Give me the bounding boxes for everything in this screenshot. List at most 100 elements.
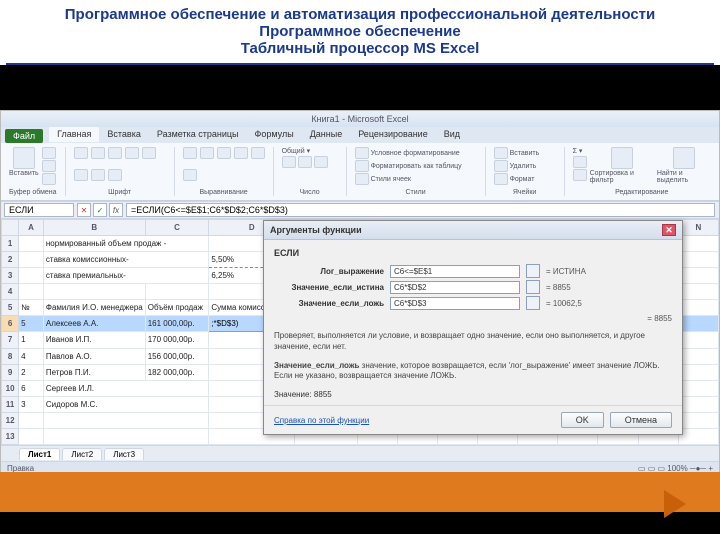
file-tab[interactable]: Файл: [5, 129, 43, 143]
cell-N10[interactable]: [678, 380, 718, 396]
dialog-title-bar[interactable]: Аргументы функции ✕: [264, 221, 682, 240]
cell-N7[interactable]: [678, 332, 718, 348]
autosum-button[interactable]: Σ ▾: [573, 147, 587, 155]
col-header-C[interactable]: C: [145, 220, 209, 236]
format-cells-button[interactable]: Формат: [494, 173, 535, 185]
cell-C8[interactable]: 156 000,00р.: [145, 348, 209, 364]
cell-B5[interactable]: Фамилия И.О. менеджера: [43, 300, 145, 316]
cell-N4[interactable]: [678, 284, 718, 300]
cell-A13[interactable]: [19, 428, 44, 444]
row-header-12[interactable]: 12: [2, 412, 19, 428]
ok-button[interactable]: OK: [561, 412, 604, 428]
indent-icon[interactable]: [183, 169, 197, 181]
clear-icon[interactable]: [573, 169, 587, 181]
cell-B9[interactable]: Петров П.И.: [43, 364, 145, 380]
cell-B10[interactable]: Сергеев И.Л.: [43, 380, 208, 396]
cell-N11[interactable]: [678, 396, 718, 412]
cell-A9[interactable]: 2: [19, 364, 44, 380]
cell-B11[interactable]: Сидоров М.С.: [43, 396, 208, 412]
cell-N5[interactable]: [678, 300, 718, 316]
bold-icon[interactable]: [108, 147, 122, 159]
sheet-tab-1[interactable]: Лист2: [62, 448, 102, 460]
cell-A7[interactable]: 1: [19, 332, 44, 348]
wrap-text-icon[interactable]: [234, 147, 248, 159]
cell-A8[interactable]: 4: [19, 348, 44, 364]
ribbon-tab-3[interactable]: Формулы: [247, 126, 302, 142]
row-header-4[interactable]: 4: [2, 284, 19, 300]
fill-color-icon[interactable]: [91, 169, 105, 181]
cell-N13[interactable]: [678, 428, 718, 444]
help-link[interactable]: Справка по этой функции: [274, 416, 369, 425]
col-header-N[interactable]: N: [678, 220, 718, 236]
cell-A11[interactable]: 3: [19, 396, 44, 412]
cell-A12[interactable]: [19, 412, 44, 428]
range-picker-icon[interactable]: [526, 296, 540, 310]
arg-input-0[interactable]: C6<=$E$1: [390, 265, 520, 278]
row-header-6[interactable]: 6: [2, 316, 19, 332]
ribbon-tab-5[interactable]: Рецензирование: [350, 126, 436, 142]
font-family-icon[interactable]: [74, 147, 88, 159]
cell-C4[interactable]: [145, 284, 209, 300]
cell-C5[interactable]: Объём продаж: [145, 300, 209, 316]
ribbon-tab-0[interactable]: Главная: [49, 126, 99, 142]
cell-C7[interactable]: 170 000,00р.: [145, 332, 209, 348]
ribbon-tab-4[interactable]: Данные: [302, 126, 351, 142]
align-right-icon[interactable]: [217, 147, 231, 159]
cell-B7[interactable]: Иванов И.П.: [43, 332, 145, 348]
arg-input-2[interactable]: C6*$D$3: [390, 297, 520, 310]
cell-B8[interactable]: Павлов А.О.: [43, 348, 145, 364]
sort-filter-button[interactable]: Сортировка и фильтр: [590, 147, 654, 184]
cell-B12[interactable]: [43, 412, 208, 428]
col-header-A[interactable]: A: [19, 220, 44, 236]
cell-A10[interactable]: 6: [19, 380, 44, 396]
row-header-8[interactable]: 8: [2, 348, 19, 364]
fill-icon[interactable]: [573, 156, 587, 168]
font-color-icon[interactable]: [108, 169, 122, 181]
row-header-11[interactable]: 11: [2, 396, 19, 412]
row-header-10[interactable]: 10: [2, 380, 19, 396]
range-picker-icon[interactable]: [526, 264, 540, 278]
comma-icon[interactable]: [314, 156, 328, 168]
cut-icon[interactable]: [42, 147, 56, 159]
cell-A5[interactable]: №: [19, 300, 44, 316]
cell-B13[interactable]: [43, 428, 208, 444]
currency-icon[interactable]: [282, 156, 296, 168]
close-icon[interactable]: ✕: [662, 224, 676, 236]
cell-B2[interactable]: ставка комиссионных-: [43, 252, 208, 268]
delete-cells-button[interactable]: Удалить: [494, 160, 537, 172]
formula-bar[interactable]: =ЕСЛИ(C6<=$E$1;C6*$D$2;C6*$D$3): [126, 203, 715, 217]
cell-B6[interactable]: Алексеев А.А.: [43, 316, 145, 332]
number-format-dropdown[interactable]: Общий: [282, 148, 305, 155]
paste-button[interactable]: Вставить: [9, 147, 39, 177]
border-icon[interactable]: [74, 169, 88, 181]
italic-icon[interactable]: [125, 147, 139, 159]
cell-N12[interactable]: [678, 412, 718, 428]
cell-N3[interactable]: [678, 268, 718, 284]
arg-input-1[interactable]: C6*$D$2: [390, 281, 520, 294]
col-header-B[interactable]: B: [43, 220, 145, 236]
percent-icon[interactable]: [298, 156, 312, 168]
fx-icon[interactable]: fx: [109, 203, 123, 217]
cell-A4[interactable]: [19, 284, 44, 300]
select-all-corner[interactable]: [2, 220, 19, 236]
cell-N8[interactable]: [678, 348, 718, 364]
format-painter-icon[interactable]: [42, 173, 56, 185]
cell-N1[interactable]: [678, 236, 718, 252]
cell-B3[interactable]: ставка премиальных-: [43, 268, 208, 284]
underline-icon[interactable]: [142, 147, 156, 159]
sheet-tab-0[interactable]: Лист1: [19, 448, 60, 460]
cancel-button[interactable]: Отмена: [610, 412, 672, 428]
ribbon-tab-1[interactable]: Вставка: [99, 126, 148, 142]
merge-icon[interactable]: [251, 147, 265, 159]
conditional-format-button[interactable]: Условное форматирование: [355, 147, 460, 159]
cancel-formula-icon[interactable]: ✕: [77, 203, 91, 217]
row-header-7[interactable]: 7: [2, 332, 19, 348]
ribbon-tab-6[interactable]: Вид: [436, 126, 468, 142]
row-header-9[interactable]: 9: [2, 364, 19, 380]
cell-styles-button[interactable]: Стили ячеек: [355, 173, 411, 185]
row-header-1[interactable]: 1: [2, 236, 19, 252]
cell-B1[interactable]: нормированный объем продаж -: [43, 236, 208, 252]
insert-cells-button[interactable]: Вставить: [494, 147, 540, 159]
cell-B4[interactable]: [43, 284, 145, 300]
cell-A1[interactable]: [19, 236, 44, 252]
